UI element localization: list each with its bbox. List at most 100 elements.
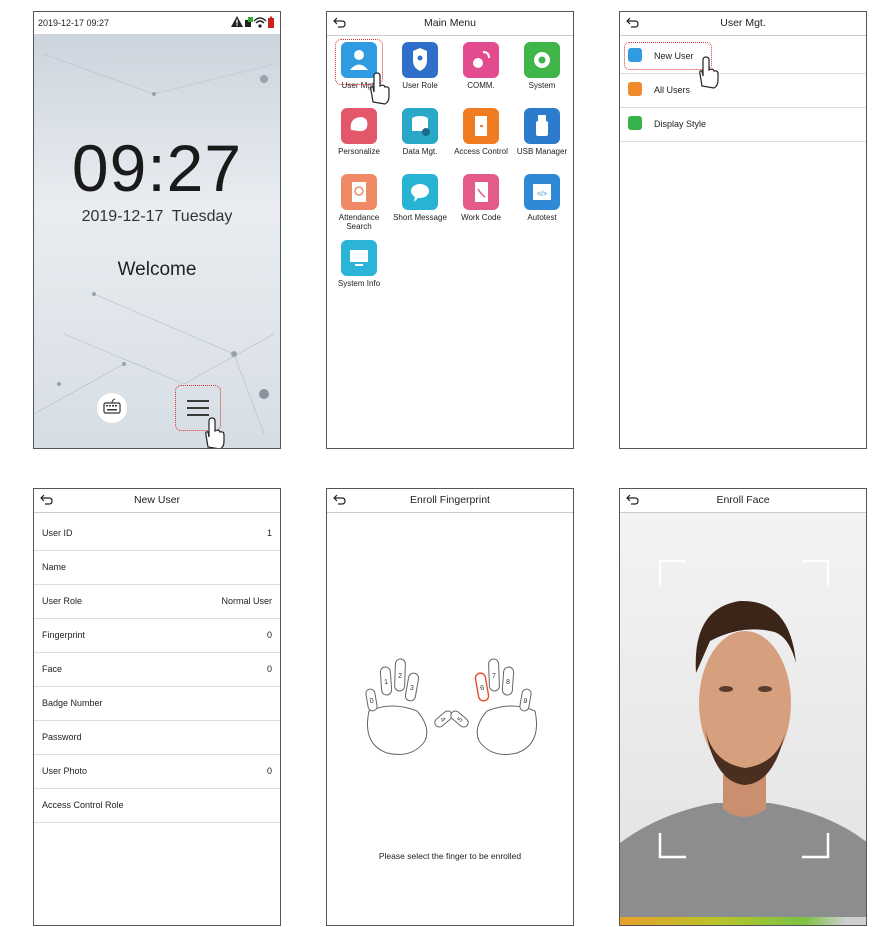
warning-icon (231, 16, 243, 27)
field-label: User Photo (42, 766, 88, 776)
field-user-photo[interactable]: User Photo 0 (34, 754, 280, 789)
user-mgt-item-all-users[interactable]: All Users (620, 73, 866, 108)
date-line: 2019-12-17 Tuesday (34, 208, 280, 226)
hands-diagram: 01 234 567 8 9 (365, 658, 537, 755)
menu-item-data-mgt[interactable]: Data Mgt. (390, 108, 450, 156)
list-item-icon (628, 116, 642, 130)
menu-item-short-message[interactable]: Short Message (390, 174, 450, 222)
menu-item-label: Work Code (461, 213, 501, 222)
weekday: Tuesday (171, 208, 233, 225)
menu-item-label: User Role (402, 81, 438, 90)
finger-8[interactable]: 8 (501, 666, 515, 696)
field-access-control-role[interactable]: Access Control Role (34, 788, 280, 823)
pointer-hand-icon (370, 72, 390, 105)
field-label: Access Control Role (42, 800, 124, 810)
status-icons (230, 15, 276, 31)
page-title: Enroll Fingerprint (410, 494, 490, 506)
field-label: User Role (42, 596, 83, 606)
menu-item-label: System Info (337, 279, 381, 288)
field-face[interactable]: Face 0 (34, 652, 280, 687)
field-label: Name (42, 562, 67, 572)
field-user-id[interactable]: User ID 1 (34, 516, 280, 551)
finger-number: 1 (384, 679, 388, 686)
field-label: Password (42, 732, 82, 742)
field-badge-number[interactable]: Badge Number (34, 686, 280, 721)
left-palm (367, 705, 428, 755)
field-password[interactable]: Password (34, 720, 280, 755)
finger-2[interactable]: 2 (394, 658, 406, 692)
field-label: User ID (42, 528, 73, 538)
menu-item-autotest[interactable]: </> Autotest (512, 174, 572, 222)
wifi-icon (253, 17, 267, 28)
field-fingerprint[interactable]: Fingerprint 0 (34, 618, 280, 653)
finger-5[interactable]: 5 (449, 709, 470, 729)
welcome-message: Welcome (117, 259, 197, 280)
page-title: User Mgt. (720, 17, 766, 29)
field-label: Badge Number (42, 698, 103, 708)
enroll-face-screen: Enroll Face (619, 488, 867, 926)
field-value: 0 (266, 664, 272, 674)
list-item-label: Display Style (654, 119, 707, 129)
menu-item-work-code[interactable]: Work Code (451, 174, 511, 222)
menu-item-icon (341, 108, 377, 144)
camera-preview (620, 513, 866, 919)
enroll-hint: Please select the finger to be enrolled (378, 851, 522, 861)
menu-item-icon (402, 174, 438, 210)
menu-item-system-info[interactable]: System Info (329, 240, 389, 288)
enroll-fingerprint-screen: Enroll Fingerprint 01 234567 8 9 Please sel… (326, 488, 574, 926)
main-menu-screen: Main Menu User Mgt. User Role COMM. System P… (326, 11, 574, 449)
menu-item-icon (341, 240, 377, 276)
menu-item-label: USB Manager (516, 147, 568, 156)
header: User Mgt. (620, 12, 866, 36)
menu-item-access-control[interactable]: Access Control (451, 108, 511, 156)
keyboard-button[interactable] (97, 393, 127, 423)
menu-item-icon: </> (524, 174, 560, 210)
menu-item-icon (341, 174, 377, 210)
date: 2019-12-17 (81, 208, 164, 225)
menu-item-attendance-search[interactable]: Attendance Search (329, 174, 389, 231)
menu-item-system[interactable]: System (512, 42, 572, 90)
finger-4[interactable]: 4 (433, 709, 454, 729)
header: Enroll Fingerprint (327, 489, 573, 513)
menu-item-comm[interactable]: COMM. (451, 42, 511, 90)
new-user-screen: New User User ID 1 Name User Role Normal Use… (33, 488, 281, 926)
menu-item-icon (524, 108, 560, 144)
enroll-progress-bar (620, 917, 866, 925)
finger-7[interactable]: 7 (488, 658, 500, 692)
menu-item-label: Attendance Search (338, 213, 380, 231)
page-title: Main Menu (424, 17, 476, 29)
menu-item-label: Access Control (454, 147, 508, 156)
finger-number: 8 (506, 679, 510, 686)
menu-item-usb-manager[interactable]: USB Manager (512, 108, 572, 156)
menu-item-user-role[interactable]: User Role (390, 42, 450, 90)
clock: 09:27 (71, 131, 243, 205)
menu-item-label: Short Message (393, 213, 447, 222)
finger-number: 7 (492, 673, 496, 680)
finger-1[interactable]: 1 (379, 666, 393, 696)
header: Enroll Face (620, 489, 866, 513)
finger-3[interactable]: 3 (404, 672, 420, 702)
menu-item-icon (524, 42, 560, 78)
page-title: Enroll Face (716, 494, 770, 506)
keyboard-icon (103, 398, 121, 414)
menu-item-icon (402, 108, 438, 144)
field-user-role[interactable]: User Role Normal User (34, 584, 280, 619)
user-mgt-item-display-style[interactable]: Display Style (620, 107, 866, 142)
menu-item-label: System (528, 81, 556, 90)
field-value: Normal User (221, 596, 272, 606)
field-label: Fingerprint (42, 630, 86, 640)
menu-item-personalize[interactable]: Personalize (329, 108, 389, 156)
finger-0[interactable]: 0 (365, 688, 378, 712)
menu-item-icon (463, 108, 499, 144)
menu-item-label: Data Mgt. (402, 147, 438, 156)
finger-number: 2 (398, 673, 402, 680)
field-value: 0 (266, 766, 272, 776)
battery-icon (268, 16, 274, 28)
finger-6[interactable]: 6 (474, 672, 490, 702)
finger-9[interactable]: 9 (519, 688, 532, 712)
header: New User (34, 489, 280, 513)
field-name[interactable]: Name (34, 550, 280, 585)
menu-item-label: Autotest (527, 213, 557, 222)
right-palm (476, 705, 537, 755)
header: Main Menu (327, 12, 573, 36)
